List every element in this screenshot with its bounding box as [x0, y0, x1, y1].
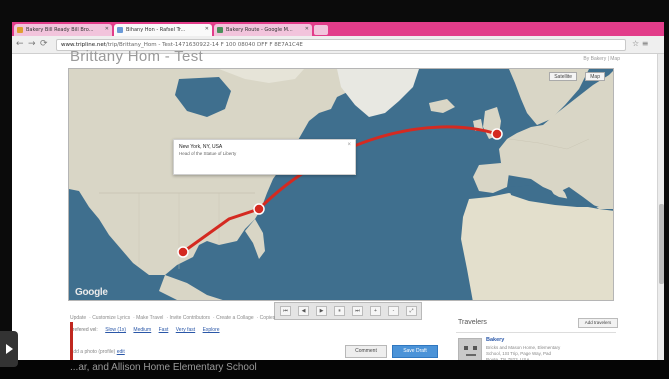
prev-stop-icon[interactable]: ◀ [298, 306, 309, 316]
forward-arrow-icon[interactable]: → [28, 39, 36, 50]
trip-owner-info: By Bakery | Map [583, 56, 620, 62]
link-make-travel[interactable]: Make Travel [136, 315, 163, 321]
trip-action-links: Update · Customize Lyrics · Make Travel · I… [70, 315, 276, 321]
waypoint-marker[interactable] [177, 246, 189, 258]
play-icon [6, 344, 13, 354]
africa-landmass [461, 193, 613, 300]
comment-button[interactable]: Comment [345, 345, 387, 358]
close-tab-icon[interactable]: ✕ [205, 26, 209, 32]
close-icon[interactable]: × [347, 142, 351, 148]
speed-option[interactable]: Medium [133, 327, 151, 333]
avatar-eye [473, 346, 477, 350]
speed-option[interactable]: Very fast [176, 327, 195, 333]
speed-option[interactable]: Explore [203, 327, 220, 333]
speed-option[interactable]: Slow (1x) [105, 327, 126, 333]
waypoint-marker[interactable] [491, 128, 503, 140]
new-tab-button[interactable] [314, 25, 328, 35]
page-title: Brittany Hom - Test [70, 48, 203, 65]
link-customize[interactable]: Customize Lyrics [92, 315, 130, 321]
web-page: Brittany Hom - Test By Bakery | Map Map … [12, 48, 664, 367]
browser-tab[interactable]: Bakery Route - Google M... ✕ [214, 24, 312, 36]
fullscreen-icon[interactable]: ⤢ [406, 306, 417, 316]
play-icon[interactable]: ▶ [316, 306, 327, 316]
map-canvas [69, 69, 613, 300]
link-collage[interactable]: Create a Collage [216, 315, 254, 321]
travelers-heading: Travelers [458, 319, 487, 326]
map-view-button[interactable]: Map [585, 72, 605, 81]
video-frame: Bakery Bill Ready Bill Bro... ✕ Bihany H… [0, 0, 669, 379]
popup-subtitle: Head of the Statue of Liberty [179, 151, 237, 156]
favicon-icon [117, 27, 123, 33]
back-arrow-icon[interactable]: ← [16, 39, 24, 50]
favicon-icon [17, 27, 23, 33]
traveler-name[interactable]: Bakery [486, 337, 504, 343]
playback-controls: ⏮ ◀ ▶ ⏸ ⏭ + - ⤢ [274, 302, 422, 320]
save-draft-button[interactable]: Save Draft [392, 345, 438, 358]
google-logo: Google [75, 287, 108, 298]
satellite-view-button[interactable]: Satellite [549, 72, 577, 81]
add-travelers-button[interactable]: Add travelers [578, 318, 618, 328]
reload-icon[interactable]: ⟳ [40, 39, 48, 50]
video-caption: ...ar, and Allison Home Elementary Schoo… [70, 362, 257, 373]
link-invite[interactable]: Invite Contributors [169, 315, 210, 321]
tab-label: Bakery Bill Ready Bill Bro... [26, 27, 94, 33]
close-tab-icon[interactable]: ✕ [305, 26, 309, 32]
tab-label: Bakery Route - Google M... [226, 27, 293, 33]
pause-icon[interactable]: ⏸ [334, 306, 345, 316]
waypoint-marker[interactable] [253, 203, 265, 215]
edit-prompt: Add a photo (profile) edit [70, 349, 125, 355]
browser-tab-active[interactable]: Bihany Hon - Rafsel Tr... ✕ [114, 24, 212, 36]
avatar[interactable] [458, 338, 482, 362]
favicon-icon [217, 27, 223, 33]
speed-option[interactable]: Fast [159, 327, 169, 333]
avatar-eye [464, 346, 468, 350]
avatar-mouth [466, 354, 476, 356]
tab-bar: Bakery Bill Ready Bill Bro... ✕ Bihany H… [12, 22, 664, 36]
browser-window: Bakery Bill Ready Bill Bro... ✕ Bihany H… [12, 22, 664, 367]
link-copies[interactable]: Copies [260, 315, 276, 321]
divider [456, 332, 616, 333]
browser-tab[interactable]: Bakery Bill Ready Bill Bro... ✕ [14, 24, 112, 36]
close-tab-icon[interactable]: ✕ [105, 26, 109, 32]
zoom-out-icon[interactable]: - [388, 306, 399, 316]
scrollbar-thumb[interactable] [659, 204, 664, 284]
map-info-popup: New York, NY, USA Head of the Statue of … [173, 139, 356, 175]
last-stop-icon[interactable]: ⏭ [352, 306, 363, 316]
speed-label: prefered vel: [70, 327, 98, 333]
page-scrollbar[interactable] [657, 54, 664, 367]
play-button[interactable] [0, 331, 18, 367]
edit-prompt-text: Add a photo (profile) [70, 349, 116, 355]
bookmark-menu-icon[interactable]: ☆ ≡ [632, 39, 648, 48]
zoom-in-icon[interactable]: + [370, 306, 381, 316]
edit-link[interactable]: edit [117, 349, 125, 355]
video-progress-marker[interactable] [70, 322, 73, 365]
trip-map[interactable]: Map Satellite New York, NY, USA Head of … [68, 68, 614, 301]
tab-label: Bihany Hon - Rafsel Tr... [126, 27, 186, 33]
popup-place: New York, NY, USA [179, 144, 223, 150]
link-update[interactable]: Update [70, 315, 86, 321]
speed-selector: prefered vel: Slow (1x) Medium Fast Very… [70, 327, 220, 333]
first-stop-icon[interactable]: ⏮ [280, 306, 291, 316]
